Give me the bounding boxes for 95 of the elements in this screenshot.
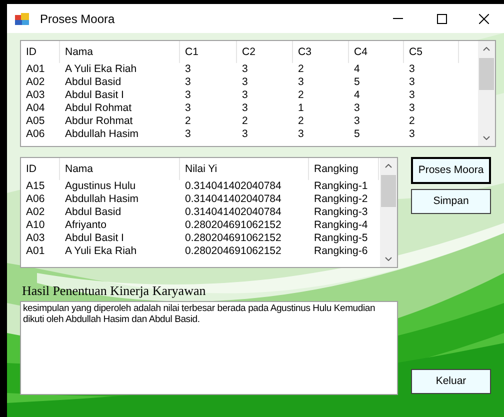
- scroll-down-icon[interactable]: [385, 257, 392, 261]
- table-cell-text: A06: [25, 193, 46, 206]
- table-cell-text: 3: [408, 63, 416, 76]
- table-cell-text: 2: [297, 89, 305, 102]
- table-cell-text: 1: [297, 102, 305, 115]
- column-header[interactable]: C2: [237, 41, 293, 63]
- table-cell-text: Rangking-3: [313, 206, 369, 219]
- table-cell-text: Rangking-6: [313, 245, 369, 258]
- table-cell-text: 3: [297, 76, 305, 89]
- table-cell-text: Rangking-4: [313, 219, 369, 232]
- table-cell-text: 3: [184, 102, 192, 115]
- table-cell-text: 4: [353, 63, 361, 76]
- table-cell-text: A03: [25, 89, 46, 102]
- table-cell-text: 3: [408, 76, 416, 89]
- table-cell-text: 0.280204691062152: [184, 245, 282, 258]
- table-cell-text: 0.280204691062152: [184, 219, 282, 232]
- table-cell-text: 4: [353, 89, 361, 102]
- scroll-up-icon[interactable]: [385, 164, 392, 168]
- column-header[interactable]: C1: [180, 41, 237, 63]
- table-cell-text: Abdullah Hasim: [64, 128, 140, 141]
- table-cell-text: Abdur Rohmat: [64, 115, 134, 128]
- result-text-area[interactable]: kesimpulan yang diperoleh adalah nilai terbesar berada pada Agustinus Hulu Kemudian dikuti oleh Abdullah Hasim dan Abdul Basid.: [20, 301, 398, 395]
- table-cell-text: A03: [25, 232, 46, 245]
- scroll-up-icon[interactable]: [483, 47, 490, 51]
- section-label: Hasil Penentuan Kinerja Karyawan: [22, 283, 207, 299]
- table-cell-text: A10: [25, 219, 46, 232]
- minimize-icon: [393, 18, 403, 19]
- table-cell-text: A01: [25, 63, 46, 76]
- table-cell-text: Abdullah Hasim: [64, 193, 140, 206]
- table-cell-text: 3: [184, 128, 192, 141]
- table-cell-text: 0.314041402040784: [184, 193, 282, 206]
- scroll-thumb[interactable]: [479, 58, 494, 90]
- table-cell-text: 3: [241, 63, 249, 76]
- column-header[interactable]: ID: [21, 158, 60, 180]
- table-cell-text: 3: [184, 76, 192, 89]
- table-cell-text: A01: [25, 245, 46, 258]
- table-cell-text: Abdul Basid: [64, 206, 122, 219]
- table-cell-text: A15: [25, 180, 46, 193]
- column-header[interactable]: ID: [21, 41, 60, 63]
- table-cell-text: 3: [241, 89, 249, 102]
- table-cell-text: 3: [353, 115, 361, 128]
- table-cell-text: Rangking-5: [313, 232, 369, 245]
- exit-button[interactable]: Keluar: [411, 369, 491, 394]
- table-cell-text: 2: [408, 115, 416, 128]
- table-cell-text: Abdul Basid: [64, 76, 122, 89]
- table-cell-text: 3: [408, 102, 416, 115]
- table-cell-text: 3: [241, 128, 249, 141]
- table-cell-text: 3: [353, 102, 361, 115]
- table-cell-text: Rangking-1: [313, 180, 369, 193]
- action-button[interactable]: Simpan: [411, 189, 491, 214]
- table-cell-text: 5: [353, 128, 361, 141]
- table-cell-text: 3: [184, 63, 192, 76]
- table-cell-text: 3: [184, 89, 192, 102]
- column-header[interactable]: C4: [349, 41, 404, 63]
- scrollbar[interactable]: [478, 41, 495, 146]
- table-cell-text: Rangking-2: [313, 193, 369, 206]
- app-icon: [15, 12, 29, 24]
- table-cell-text: A04: [25, 102, 46, 115]
- table-cell-text: 3: [297, 128, 305, 141]
- table-cell-text: 0.280204691062152: [184, 232, 282, 245]
- action-button[interactable]: Proses Moora: [411, 157, 491, 184]
- table-cell-text: A02: [25, 206, 46, 219]
- table-cell-text: A02: [25, 76, 46, 89]
- column-header[interactable]: C5: [404, 41, 459, 63]
- table-cell-text: A Yuli Eka Riah: [64, 245, 138, 258]
- scroll-thumb[interactable]: [381, 175, 396, 207]
- table-cell-text: A06: [25, 128, 46, 141]
- table-cell-text: 0.314041402040784: [184, 206, 282, 219]
- maximize-icon: [437, 14, 447, 24]
- scrollbar[interactable]: [380, 158, 397, 267]
- column-header[interactable]: Nama: [60, 158, 180, 180]
- column-header[interactable]: C3: [293, 41, 349, 63]
- column-header[interactable]: Rangking: [309, 158, 379, 180]
- column-header[interactable]: Nilai Yi: [180, 158, 309, 180]
- table-cell-text: Agustinus Hulu: [64, 180, 137, 193]
- table-cell-text: 3: [241, 76, 249, 89]
- table-cell-text: Abdul Basit I: [64, 232, 125, 245]
- table-cell-text: 2: [184, 115, 192, 128]
- table-cell-text: 3: [408, 128, 416, 141]
- table-cell-text: 3: [241, 102, 249, 115]
- table-cell-text: Abdul Basit I: [64, 89, 125, 102]
- window-title: Proses Moora: [40, 10, 115, 28]
- table-cell-text: A Yuli Eka Riah: [64, 63, 138, 76]
- table-cell-text: 2: [297, 115, 305, 128]
- table-cell-text: A05: [25, 115, 46, 128]
- table-cell-text: 5: [353, 76, 361, 89]
- table-cell-text: 3: [408, 89, 416, 102]
- close-icon: [479, 14, 489, 24]
- scroll-down-icon[interactable]: [483, 136, 490, 140]
- table-cell-text: 2: [297, 63, 305, 76]
- table-cell-text: 2: [241, 115, 249, 128]
- table-cell-text: Abdul Rohmat: [64, 102, 133, 115]
- table-cell-text: 0.314041402040784: [184, 180, 282, 193]
- column-header[interactable]: Nama: [60, 41, 180, 63]
- table-cell-text: Afriyanto: [64, 219, 108, 232]
